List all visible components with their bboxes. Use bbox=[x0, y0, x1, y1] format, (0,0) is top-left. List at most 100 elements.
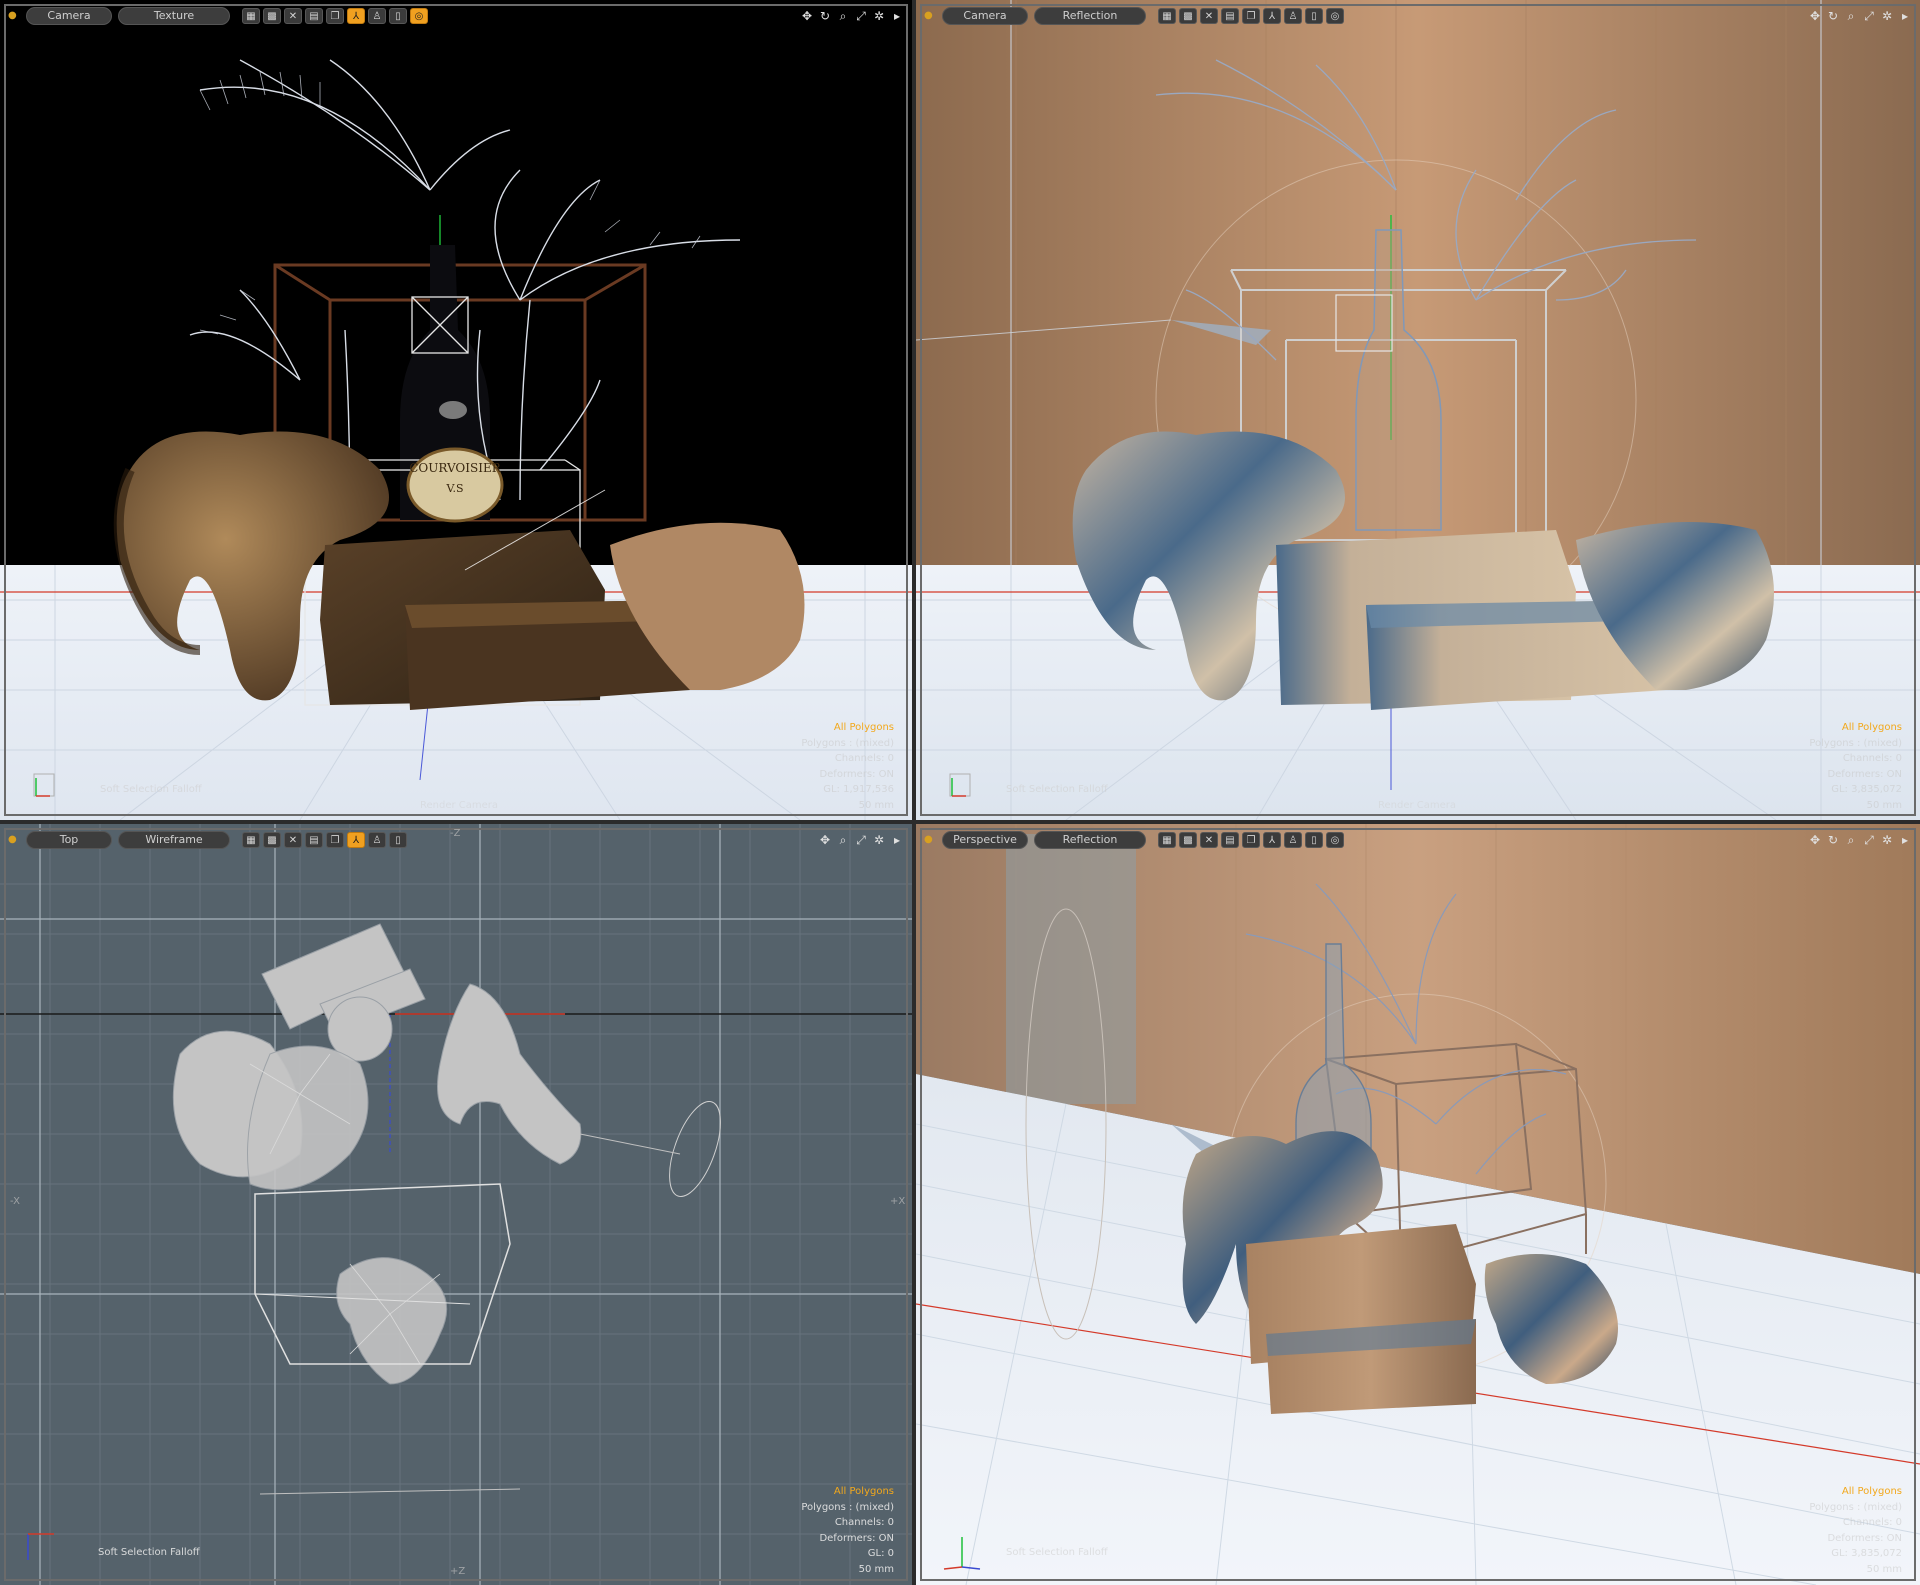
move-view-icon[interactable]: ✥ bbox=[1808, 832, 1822, 848]
grid-checker-icon[interactable]: ▩ bbox=[1179, 8, 1197, 24]
info-selection: All Polygons bbox=[833, 722, 894, 733]
bracket-icon[interactable]: ▯ bbox=[389, 832, 407, 848]
info-focal-length: 50 mm bbox=[1866, 1563, 1902, 1575]
viewport-pin-icon[interactable]: ● bbox=[8, 11, 17, 21]
menu-arrow-icon[interactable]: ▸ bbox=[1898, 8, 1912, 24]
viewport-nav-icons: ✥ ↻ ⌕ ⤢ ✲ ▸ bbox=[800, 8, 904, 24]
view-type-dropdown[interactable]: Camera bbox=[26, 7, 112, 25]
close-x-icon[interactable]: ✕ bbox=[1200, 8, 1218, 24]
axis-label-neg-x: -X bbox=[10, 1196, 20, 1207]
grid-solid-icon[interactable]: ▦ bbox=[242, 832, 260, 848]
info-polygons: Polygons : (mixed) bbox=[1809, 737, 1902, 749]
menu-arrow-icon[interactable]: ▸ bbox=[1898, 832, 1912, 848]
axis-icon[interactable]: ⅄ bbox=[1263, 8, 1281, 24]
info-selection: All Polygons bbox=[1841, 722, 1902, 733]
gear-icon[interactable]: ✲ bbox=[872, 832, 886, 848]
menu-arrow-icon[interactable]: ▸ bbox=[890, 832, 904, 848]
info-gl-count: GL: 3,835,072 bbox=[1831, 1548, 1902, 1559]
gear-icon[interactable]: ✲ bbox=[1880, 832, 1894, 848]
info-focal-length: 50 mm bbox=[1866, 799, 1902, 811]
rotate-view-icon[interactable]: ↻ bbox=[1826, 8, 1840, 24]
layers-icon[interactable]: ❐ bbox=[326, 8, 344, 24]
gear-icon[interactable]: ✲ bbox=[872, 8, 886, 24]
perspective-reflection-scene bbox=[916, 824, 1920, 1585]
shading-mode-dropdown[interactable]: Texture bbox=[118, 7, 230, 25]
grid-solid-icon[interactable]: ▦ bbox=[1158, 832, 1176, 848]
grid-solid-icon[interactable]: ▦ bbox=[242, 8, 260, 24]
top-wireframe-scene bbox=[0, 824, 912, 1585]
figure-icon[interactable]: ♙ bbox=[1284, 8, 1302, 24]
shading-mode-dropdown[interactable]: Reflection bbox=[1034, 7, 1146, 25]
ring-icon[interactable]: ◎ bbox=[1326, 832, 1344, 848]
info-selection: All Polygons bbox=[833, 1486, 894, 1497]
info-gl-count: GL: 1,917,536 bbox=[823, 784, 894, 795]
hatch-icon[interactable]: ▤ bbox=[1221, 832, 1239, 848]
viewport-toolbar: ● Top Wireframe ▦ ▩ ✕ ▤ ❐ ⅄ ♙ ▯ ✥ ⌕ ⤢ ✲ … bbox=[8, 830, 904, 850]
zoom-view-icon[interactable]: ⌕ bbox=[1844, 8, 1858, 24]
viewport-info-overlay: All Polygons Polygons : (mixed) Channels… bbox=[801, 1484, 894, 1577]
camera-name-label: Render Camera bbox=[420, 800, 499, 811]
shading-mode-dropdown[interactable]: Wireframe bbox=[118, 831, 230, 849]
move-view-icon[interactable]: ✥ bbox=[800, 8, 814, 24]
gear-icon[interactable]: ✲ bbox=[1880, 8, 1894, 24]
info-polygons: Polygons : (mixed) bbox=[801, 737, 894, 749]
viewport-camera-reflection[interactable]: ● Camera Reflection ▦ ▩ ✕ ▤ ❐ ⅄ ♙ ▯ ◎ ✥ … bbox=[916, 0, 1920, 820]
zoom-view-icon[interactable]: ⌕ bbox=[836, 8, 850, 24]
hatch-icon[interactable]: ▤ bbox=[305, 832, 323, 848]
menu-arrow-icon[interactable]: ▸ bbox=[890, 8, 904, 24]
rotate-view-icon[interactable]: ↻ bbox=[1826, 832, 1840, 848]
hatch-icon[interactable]: ▤ bbox=[1221, 8, 1239, 24]
bracket-icon[interactable]: ▯ bbox=[1305, 832, 1323, 848]
viewport-nav-icons: ✥ ⌕ ⤢ ✲ ▸ bbox=[818, 832, 904, 848]
shading-mode-dropdown[interactable]: Reflection bbox=[1034, 831, 1146, 849]
bracket-icon[interactable]: ▯ bbox=[389, 8, 407, 24]
view-type-dropdown[interactable]: Top bbox=[26, 831, 112, 849]
grid-checker-icon[interactable]: ▩ bbox=[263, 8, 281, 24]
move-view-icon[interactable]: ✥ bbox=[818, 832, 832, 848]
camera-texture-scene: COURVOISIER V.S bbox=[0, 0, 912, 820]
viewport-info-overlay: All Polygons Polygons : (mixed) Channels… bbox=[1809, 1484, 1902, 1577]
viewport-pin-icon[interactable]: ● bbox=[924, 11, 933, 21]
info-selection: All Polygons bbox=[1841, 1486, 1902, 1497]
maximize-icon[interactable]: ⤢ bbox=[1862, 832, 1876, 848]
layers-icon[interactable]: ❐ bbox=[1242, 8, 1260, 24]
viewport-option-icons: ▦ ▩ ✕ ▤ ❐ ⅄ ♙ ▯ ◎ bbox=[1158, 832, 1344, 848]
close-x-icon[interactable]: ✕ bbox=[1200, 832, 1218, 848]
grid-checker-icon[interactable]: ▩ bbox=[1179, 832, 1197, 848]
viewport-top-wireframe[interactable]: ● Top Wireframe ▦ ▩ ✕ ▤ ❐ ⅄ ♙ ▯ ✥ ⌕ ⤢ ✲ … bbox=[0, 824, 912, 1585]
axis-icon[interactable]: ⅄ bbox=[347, 832, 365, 848]
maximize-icon[interactable]: ⤢ bbox=[854, 8, 868, 24]
ring-icon[interactable]: ◎ bbox=[410, 8, 428, 24]
zoom-view-icon[interactable]: ⌕ bbox=[1844, 832, 1858, 848]
grid-solid-icon[interactable]: ▦ bbox=[1158, 8, 1176, 24]
info-gl-count: GL: 3,835,072 bbox=[1831, 784, 1902, 795]
axis-icon[interactable]: ⅄ bbox=[347, 8, 365, 24]
viewport-perspective-reflection[interactable]: ● Perspective Reflection ▦ ▩ ✕ ▤ ❐ ⅄ ♙ ▯… bbox=[916, 824, 1920, 1585]
layers-icon[interactable]: ❐ bbox=[326, 832, 344, 848]
move-view-icon[interactable]: ✥ bbox=[1808, 8, 1822, 24]
maximize-icon[interactable]: ⤢ bbox=[854, 832, 868, 848]
view-type-dropdown[interactable]: Perspective bbox=[942, 831, 1028, 849]
viewport-camera-texture[interactable]: COURVOISIER V.S ● Camera Texture ▦ ▩ ✕ ▤… bbox=[0, 0, 912, 820]
grid-checker-icon[interactable]: ▩ bbox=[263, 832, 281, 848]
camera-reflection-scene bbox=[916, 0, 1920, 820]
figure-icon[interactable]: ♙ bbox=[1284, 832, 1302, 848]
close-x-icon[interactable]: ✕ bbox=[284, 8, 302, 24]
layers-icon[interactable]: ❐ bbox=[1242, 832, 1260, 848]
ring-icon[interactable]: ◎ bbox=[1326, 8, 1344, 24]
info-focal-length: 50 mm bbox=[858, 799, 894, 811]
rotate-view-icon[interactable]: ↻ bbox=[818, 8, 832, 24]
viewport-pin-icon[interactable]: ● bbox=[924, 835, 933, 845]
axis-icon[interactable]: ⅄ bbox=[1263, 832, 1281, 848]
zoom-view-icon[interactable]: ⌕ bbox=[836, 832, 850, 848]
viewport-pin-icon[interactable]: ● bbox=[8, 835, 17, 845]
close-x-icon[interactable]: ✕ bbox=[284, 832, 302, 848]
bracket-icon[interactable]: ▯ bbox=[1305, 8, 1323, 24]
info-polygons: Polygons : (mixed) bbox=[1809, 1501, 1902, 1513]
hatch-icon[interactable]: ▤ bbox=[305, 8, 323, 24]
view-type-dropdown[interactable]: Camera bbox=[942, 7, 1028, 25]
maximize-icon[interactable]: ⤢ bbox=[1862, 8, 1876, 24]
figure-icon[interactable]: ♙ bbox=[368, 832, 386, 848]
figure-icon[interactable]: ♙ bbox=[368, 8, 386, 24]
bottle-label-sub: V.S bbox=[445, 482, 463, 495]
